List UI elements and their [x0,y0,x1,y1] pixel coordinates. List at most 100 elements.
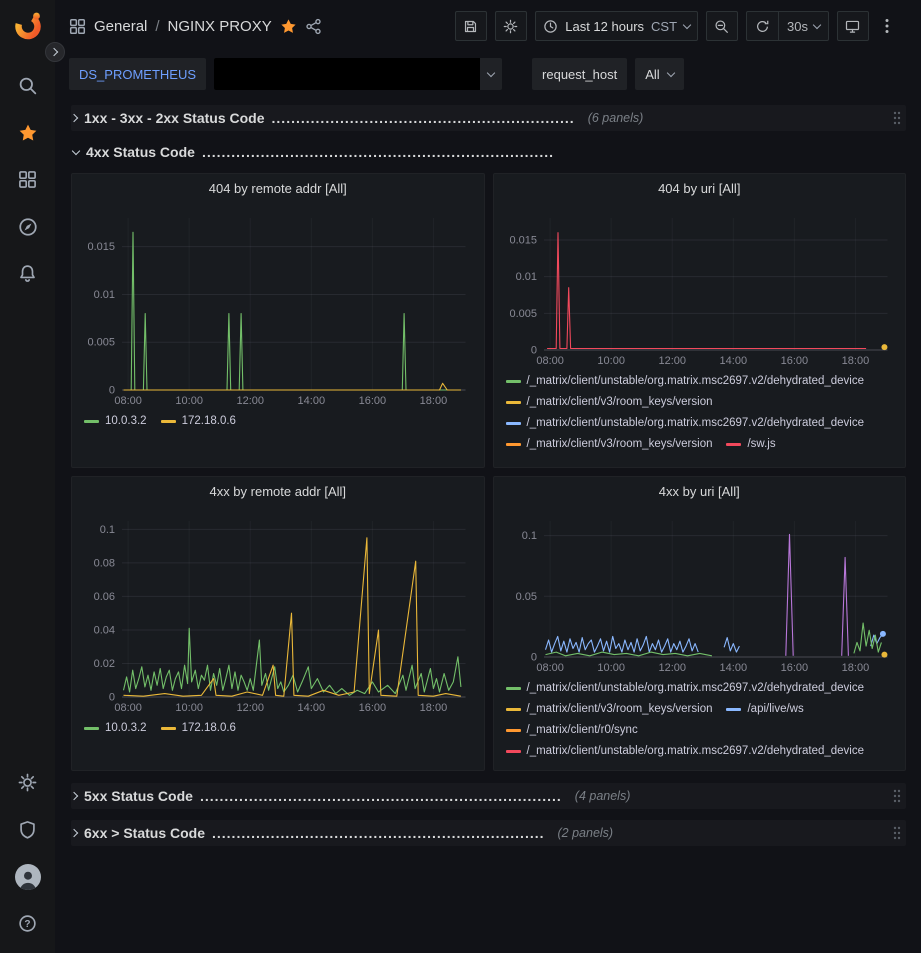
time-range-label: Last 12 hours [565,19,644,34]
refresh-interval-value: 30s [787,19,808,34]
legend-item[interactable]: 10.0.3.2 [84,411,147,432]
chevron-down-icon [72,146,80,154]
avatar [15,864,41,890]
panel-title[interactable]: 4xx by uri [All] [494,477,906,505]
save-icon [463,19,478,34]
legend-item[interactable]: 172.18.0.6 [161,411,236,432]
row-drag-handle[interactable] [892,788,902,804]
sidebar-item-configuration[interactable] [0,759,55,806]
svg-text:12:00: 12:00 [658,355,686,367]
compass-icon [18,217,38,237]
sidebar-item-server-admin[interactable] [0,806,55,853]
legend-label: /_matrix/client/unstable/org.matrix.msc2… [527,413,865,434]
svg-text:0.005: 0.005 [509,308,537,320]
sidebar-item-help[interactable]: ? [0,900,55,947]
legend-label: /api/live/ws [747,699,803,720]
request-host-value-text: All [645,67,659,82]
sidebar-item-dashboards[interactable] [0,156,55,203]
row-title: 6xx > Status Code [84,825,205,841]
legend-item[interactable]: /api/live/ws [726,699,803,720]
panel-legend: 10.0.3.2 172.18.0.6 [72,715,484,743]
svg-text:0.005: 0.005 [87,337,115,349]
time-series-chart[interactable]: 00.050.108:0010:0012:0014:0016:0018:00 [498,513,900,675]
panel-4xx-by-uri: 4xx by uri [All] 00.050.108:0010:0012:00… [493,476,907,771]
legend-item[interactable]: 172.18.0.6 [161,718,236,739]
sidebar-item-search[interactable] [0,62,55,109]
chevron-right-icon [70,792,78,800]
svg-text:16:00: 16:00 [359,395,387,407]
tv-mode-button[interactable] [837,11,869,41]
time-range-picker[interactable]: Last 12 hours CST [535,11,698,41]
panel-title[interactable]: 404 by uri [All] [494,174,906,202]
row-drag-handle[interactable] [892,825,902,841]
grafana-logo[interactable] [13,10,43,40]
shield-icon [18,820,37,839]
legend-swatch [506,708,521,711]
legend-item[interactable]: /_matrix/client/unstable/org.matrix.msc2… [506,678,865,699]
row-5xx[interactable]: 5xx Status Code ........................… [71,783,906,809]
save-dashboard-button[interactable] [455,11,487,41]
refresh-interval-dropdown[interactable]: 30s [778,12,828,40]
chevron-down-icon [666,68,674,76]
request-host-variable-label[interactable]: request_host [532,58,627,90]
svg-text:?: ? [24,919,30,930]
datasource-variable-label[interactable]: DS_PROMETHEUS [69,58,206,90]
legend-label: 10.0.3.2 [105,411,147,432]
row-4xx[interactable]: 4xx Status Code ........................… [71,139,906,165]
more-options-button[interactable] [877,11,909,41]
request-host-variable-value[interactable]: All [635,58,683,90]
time-series-chart[interactable]: 00.0050.010.01508:0010:0012:0014:0016:00… [498,210,900,368]
sidebar-item-explore[interactable] [0,203,55,250]
legend-label: /sw.js [747,434,775,455]
dashboard-settings-button[interactable] [495,11,527,41]
legend-item[interactable]: /_matrix/client/r0/sync [506,720,638,741]
legend-swatch [506,750,521,753]
chevron-right-icon [70,114,78,122]
legend-item[interactable]: /_matrix/client/v3/room_keys/version [506,699,713,720]
chevron-right-icon [70,829,78,837]
svg-text:0.04: 0.04 [94,624,115,636]
sidebar-item-profile[interactable] [0,853,55,900]
time-series-chart[interactable]: 00.0050.010.01508:0010:0012:0014:0016:00… [76,210,478,408]
zoom-out-button[interactable] [706,11,738,41]
legend-item[interactable]: /_matrix/client/v3/room_keys/version [506,392,713,413]
legend-item[interactable]: /sw.js [726,434,775,455]
row-title: 5xx Status Code [84,788,193,804]
sidebar-expand-button[interactable] [45,42,65,62]
panel-title[interactable]: 4xx by remote addr [All] [72,477,484,505]
row-drag-handle[interactable] [892,110,902,126]
datasource-value-redacted [214,58,480,90]
legend-label: /_matrix/client/v3/room_keys/version [527,434,713,455]
panel-legend: 10.0.3.2 172.18.0.6 [72,408,484,436]
row-6xx[interactable]: 6xx > Status Code ......................… [71,820,906,846]
legend-item[interactable]: 10.0.3.2 [84,718,147,739]
apps-grid-icon [69,18,86,35]
panel-404-by-uri: 404 by uri [All] 00.0050.010.01508:0010:… [493,173,907,468]
legend-item[interactable]: /_matrix/client/unstable/org.matrix.msc2… [506,371,865,392]
svg-text:18:00: 18:00 [841,355,869,367]
time-series-chart[interactable]: 00.020.040.060.080.108:0010:0012:0014:00… [76,513,478,715]
main-area: General / NGINX PROXY [55,0,921,953]
breadcrumb-section[interactable]: General [94,18,147,35]
page-title[interactable]: NGINX PROXY [168,18,272,35]
bell-icon [18,264,37,283]
dashboards-grid-icon [18,170,37,189]
star-filled-icon[interactable] [280,18,297,35]
refresh-button[interactable] [747,12,778,40]
share-icon[interactable] [305,18,322,35]
sidebar-item-alerting[interactable] [0,250,55,297]
svg-text:12:00: 12:00 [236,395,264,407]
svg-text:08:00: 08:00 [114,395,142,407]
svg-text:18:00: 18:00 [420,395,448,407]
datasource-variable-value[interactable] [214,58,502,90]
row-panel-count: (6 panels) [588,111,644,125]
legend-item[interactable]: /_matrix/client/unstable/org.matrix.msc2… [506,413,865,434]
svg-text:08:00: 08:00 [536,355,564,367]
variables-submenu: DS_PROMETHEUS request_host All [55,52,921,96]
legend-item[interactable]: /_matrix/client/unstable/org.matrix.msc2… [506,741,865,762]
row-1xx-3xx-2xx[interactable]: 1xx - 3xx - 2xx Status Code ............… [71,105,906,131]
sidebar-item-starred[interactable] [0,109,55,156]
legend-item[interactable]: /_matrix/client/v3/room_keys/version [506,434,713,455]
panel-title[interactable]: 404 by remote addr [All] [72,174,484,202]
svg-text:0.01: 0.01 [94,289,115,301]
